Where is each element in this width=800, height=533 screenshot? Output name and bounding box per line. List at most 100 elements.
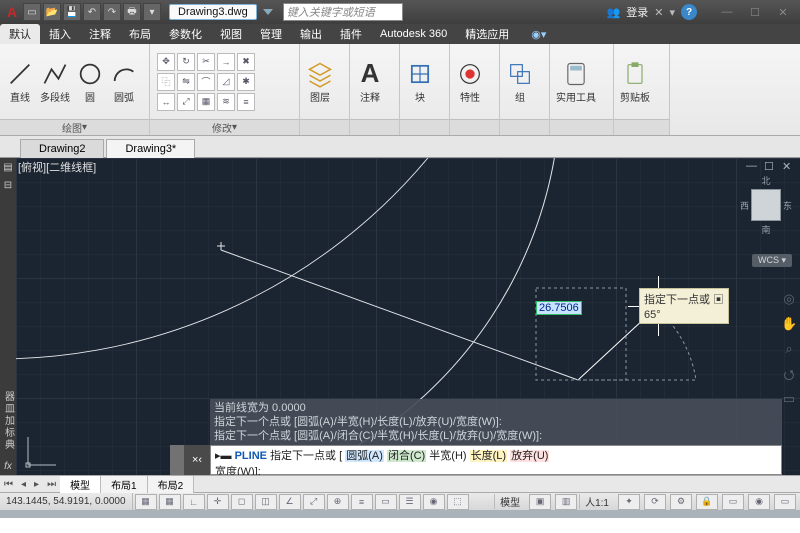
qat-new-icon[interactable]: ▭ <box>23 3 41 21</box>
layout-tab-first-icon[interactable]: ⏮ <box>0 478 17 491</box>
chamfer-icon[interactable]: ◿ <box>217 73 235 91</box>
tab-parametric[interactable]: 参数化 <box>160 24 211 44</box>
status-ducs-icon[interactable]: ⤢ <box>303 494 325 510</box>
qat-open-icon[interactable]: 📂 <box>43 3 61 21</box>
qat-more-icon[interactable]: ▾ <box>143 3 161 21</box>
status-hardware-icon[interactable]: ▭ <box>722 494 744 510</box>
align-icon[interactable]: ≡ <box>237 93 255 111</box>
utility-button[interactable]: 实用工具 <box>556 60 596 104</box>
layout-tab-prev-icon[interactable]: ◂ <box>17 478 30 491</box>
status-grid-icon[interactable]: ▦ <box>159 494 181 510</box>
close-button[interactable]: ✕ <box>769 3 797 21</box>
nav-zoom-icon[interactable]: ⌕ <box>781 341 797 363</box>
copy-icon[interactable]: ⿻ <box>157 73 175 91</box>
nav-showmotion-icon[interactable]: ▭ <box>781 391 797 413</box>
tab-layout[interactable]: 布局 <box>120 24 160 44</box>
status-clean-icon[interactable]: ▭ <box>774 494 796 510</box>
block-button[interactable]: 块 <box>406 60 434 104</box>
extend-icon[interactable]: → <box>217 53 235 71</box>
qat-redo-icon[interactable]: ↷ <box>103 3 121 21</box>
nav-pan-icon[interactable]: ✋ <box>781 316 797 338</box>
tab-view[interactable]: 视图 <box>211 24 251 44</box>
fillet-icon[interactable]: ⌒ <box>197 73 215 91</box>
array-icon[interactable]: ▦ <box>197 93 215 111</box>
status-otrack-icon[interactable]: ∠ <box>279 494 301 510</box>
command-input[interactable]: ▸▬ PLINE 指定下一点或 [ 圆弧(A) 闭合(C) 半宽(H) 长度(L… <box>210 445 782 475</box>
cloud-dropdown-icon[interactable]: ▾ <box>669 6 675 19</box>
line-button[interactable]: 直线 <box>6 60 34 104</box>
tab-focus-icon[interactable]: ◉▾ <box>522 26 555 43</box>
explode-icon[interactable]: ✱ <box>237 73 255 91</box>
signin-label[interactable]: 登录 <box>626 4 648 20</box>
minimize-button[interactable]: — <box>713 3 741 21</box>
status-sc-icon[interactable]: ◉ <box>423 494 445 510</box>
clipboard-button[interactable]: 剪贴板 <box>620 60 650 104</box>
nav-wheel-icon[interactable]: ◎ <box>781 291 797 313</box>
cmd-opt-close[interactable]: 闭合(C) <box>387 450 426 462</box>
status-dyn-icon[interactable]: ⊕ <box>327 494 349 510</box>
qat-undo-icon[interactable]: ↶ <box>83 3 101 21</box>
group-button[interactable]: 组 <box>506 60 534 104</box>
ribbon-group-modify-label[interactable]: 修改 ▾ <box>150 119 299 135</box>
cmd-opt-half[interactable]: 半宽(H) <box>429 450 466 462</box>
tab-addins[interactable]: 插件 <box>331 24 371 44</box>
viewcube-face[interactable] <box>751 189 781 221</box>
nav-orbit-icon[interactable]: ⭯ <box>781 366 797 388</box>
cmd-close-icon[interactable]: ×‹ <box>184 445 210 475</box>
status-am-icon[interactable]: ⬚ <box>447 494 469 510</box>
tab-insert[interactable]: 插入 <box>40 24 80 44</box>
status-lwt-icon[interactable]: ≡ <box>351 494 373 510</box>
status-annoviz-icon[interactable]: ✦ <box>618 494 640 510</box>
palette-pin-icon[interactable]: ⊟ <box>1 177 15 193</box>
mirror-icon[interactable]: ⇋ <box>177 73 195 91</box>
tab-annotate[interactable]: 注释 <box>80 24 120 44</box>
layout-tab-model[interactable]: 模型 <box>60 476 101 493</box>
layer-button[interactable]: 图层 <box>306 60 334 104</box>
palette-handle-icon[interactable]: ▤ <box>1 159 15 175</box>
dynamic-input[interactable]: 26.7506 <box>536 301 582 315</box>
cmd-opt-undo[interactable]: 放弃(U) <box>510 450 549 462</box>
viewport[interactable]: [俯视][二维线框] — ☐ ✕ 26.7506 指定下一点或 ▣ 65° 北 … <box>16 158 800 475</box>
help-search-input[interactable]: 键入关键字或短语 <box>283 3 403 21</box>
offset-icon[interactable]: ≋ <box>217 93 235 111</box>
tab-a360[interactable]: Autodesk 360 <box>371 26 456 42</box>
status-isolate-icon[interactable]: ◉ <box>748 494 770 510</box>
tab-manage[interactable]: 管理 <box>251 24 291 44</box>
status-space-toggle[interactable]: 模型 <box>494 494 525 509</box>
app-logo[interactable]: A <box>3 3 21 21</box>
status-ws-icon[interactable]: ⚙ <box>670 494 692 510</box>
cmd-opt-arc[interactable]: 圆弧(A) <box>345 450 384 462</box>
doc-tab-drawing2[interactable]: Drawing2 <box>20 139 104 158</box>
polyline-button[interactable]: 多段线 <box>40 60 70 104</box>
arc-button[interactable]: 圆弧 <box>110 60 138 104</box>
tab-featured[interactable]: 精选应用 <box>456 24 518 44</box>
scale-icon[interactable]: ⤢ <box>177 93 195 111</box>
circle-button[interactable]: 圆 <box>76 60 104 104</box>
layout-tab-layout1[interactable]: 布局1 <box>101 476 148 493</box>
properties-button[interactable]: 特性 <box>456 60 484 104</box>
qat-save-icon[interactable]: 💾 <box>63 3 81 21</box>
status-osnap-icon[interactable]: ◻ <box>231 494 253 510</box>
status-tpy-icon[interactable]: ▭ <box>375 494 397 510</box>
tab-default[interactable]: 默认 <box>0 24 40 44</box>
status-extra2-icon[interactable]: ▥ <box>555 494 577 510</box>
cmd-grip-icon[interactable] <box>170 445 184 475</box>
status-snap-icon[interactable]: ▦ <box>135 494 157 510</box>
qat-print-icon[interactable]: 🖶 <box>123 3 141 21</box>
status-3dosnap-icon[interactable]: ◫ <box>255 494 277 510</box>
view-cube[interactable]: 北 西 东 南 <box>740 174 792 236</box>
status-extra1-icon[interactable]: ▣ <box>529 494 551 510</box>
status-lock-icon[interactable]: 🔒 <box>696 494 718 510</box>
status-ortho-icon[interactable]: ∟ <box>183 494 205 510</box>
stretch-icon[interactable]: ↔ <box>157 93 175 111</box>
fx-icon[interactable]: fx <box>1 458 15 474</box>
trim-icon[interactable]: ✂ <box>197 53 215 71</box>
help-icon[interactable]: ? <box>681 4 697 20</box>
status-annoauto-icon[interactable]: ⟳ <box>644 494 666 510</box>
status-polar-icon[interactable]: ✛ <box>207 494 229 510</box>
doc-tab-drawing3[interactable]: Drawing3* <box>106 139 195 158</box>
text-button[interactable]: A注释 <box>356 60 384 104</box>
cmd-opt-len[interactable]: 长度(L) <box>470 450 507 462</box>
ribbon-group-draw-label[interactable]: 绘图 ▾ <box>0 119 149 135</box>
coordinates-readout[interactable]: 143.1445, 54.9191, 0.0000 <box>0 493 133 510</box>
